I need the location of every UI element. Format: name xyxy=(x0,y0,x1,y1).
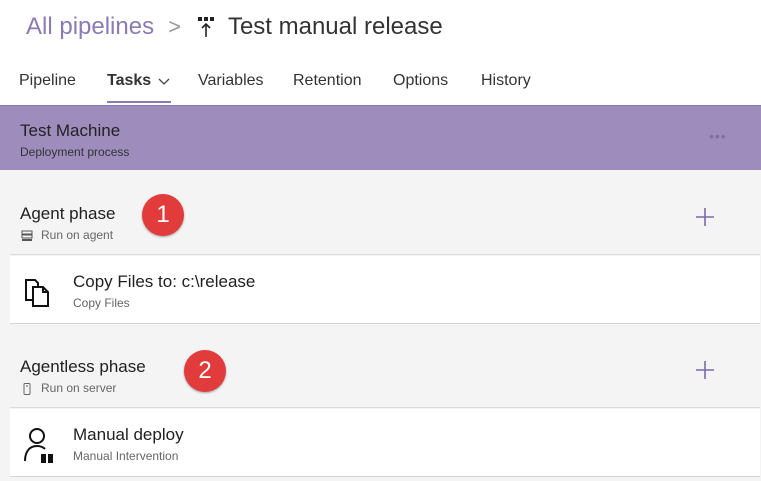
tab-variables[interactable]: Variables xyxy=(198,62,264,105)
task-title: Copy Files to: c:\release xyxy=(73,272,256,291)
phase-subtitle: Run on server xyxy=(41,381,117,395)
tab-options[interactable]: Options xyxy=(393,62,448,105)
agent-phase-row[interactable]: Agent phase Run on agent xyxy=(10,189,760,255)
agent-server-icon xyxy=(21,229,33,241)
page-header: All pipelines > Test manual release Pipe… xyxy=(0,0,761,105)
all-pipelines-link[interactable]: All pipelines xyxy=(26,13,154,41)
tab-pipeline[interactable]: Pipeline xyxy=(19,62,76,105)
task-copy-files[interactable]: Copy Files to: c:\release Copy Files xyxy=(10,256,760,324)
phase-subtitle: Run on agent xyxy=(41,228,114,242)
agentless-phase-row[interactable]: Agentless phase Run on server xyxy=(10,342,760,408)
callout-badge: 2 xyxy=(184,350,226,392)
stage-subtitle: Deployment process xyxy=(20,145,130,159)
task-manual-deploy[interactable]: Manual deploy Manual Intervention xyxy=(10,409,760,477)
add-task-button[interactable] xyxy=(694,359,716,381)
release-pipeline-icon xyxy=(197,16,215,38)
tab-retention[interactable]: Retention xyxy=(293,62,362,105)
phase-title: Agentless phase xyxy=(20,357,146,376)
manual-intervention-icon xyxy=(22,427,56,463)
breadcrumb: All pipelines > Test manual release xyxy=(26,10,443,44)
phase-title: Agent phase xyxy=(20,204,116,223)
more-options-icon[interactable]: ••• xyxy=(709,128,727,144)
stage-header[interactable]: Test Machine Deployment process ••• xyxy=(0,105,761,170)
tab-tasks[interactable]: Tasks xyxy=(107,62,172,105)
breadcrumb-separator: > xyxy=(168,14,181,39)
page-title: Test manual release xyxy=(227,13,443,40)
stage-title: Test Machine xyxy=(20,121,121,140)
callout-badge: 1 xyxy=(142,194,184,236)
server-icon xyxy=(21,382,33,395)
task-title: Manual deploy xyxy=(73,425,184,444)
chevron-down-icon xyxy=(157,74,171,88)
task-subtitle: Manual Intervention xyxy=(73,449,179,463)
tab-history[interactable]: History xyxy=(481,62,531,105)
task-subtitle: Copy Files xyxy=(73,296,130,310)
copy-files-icon xyxy=(22,274,56,308)
active-tab-indicator xyxy=(107,101,172,103)
add-task-button[interactable] xyxy=(694,206,716,228)
